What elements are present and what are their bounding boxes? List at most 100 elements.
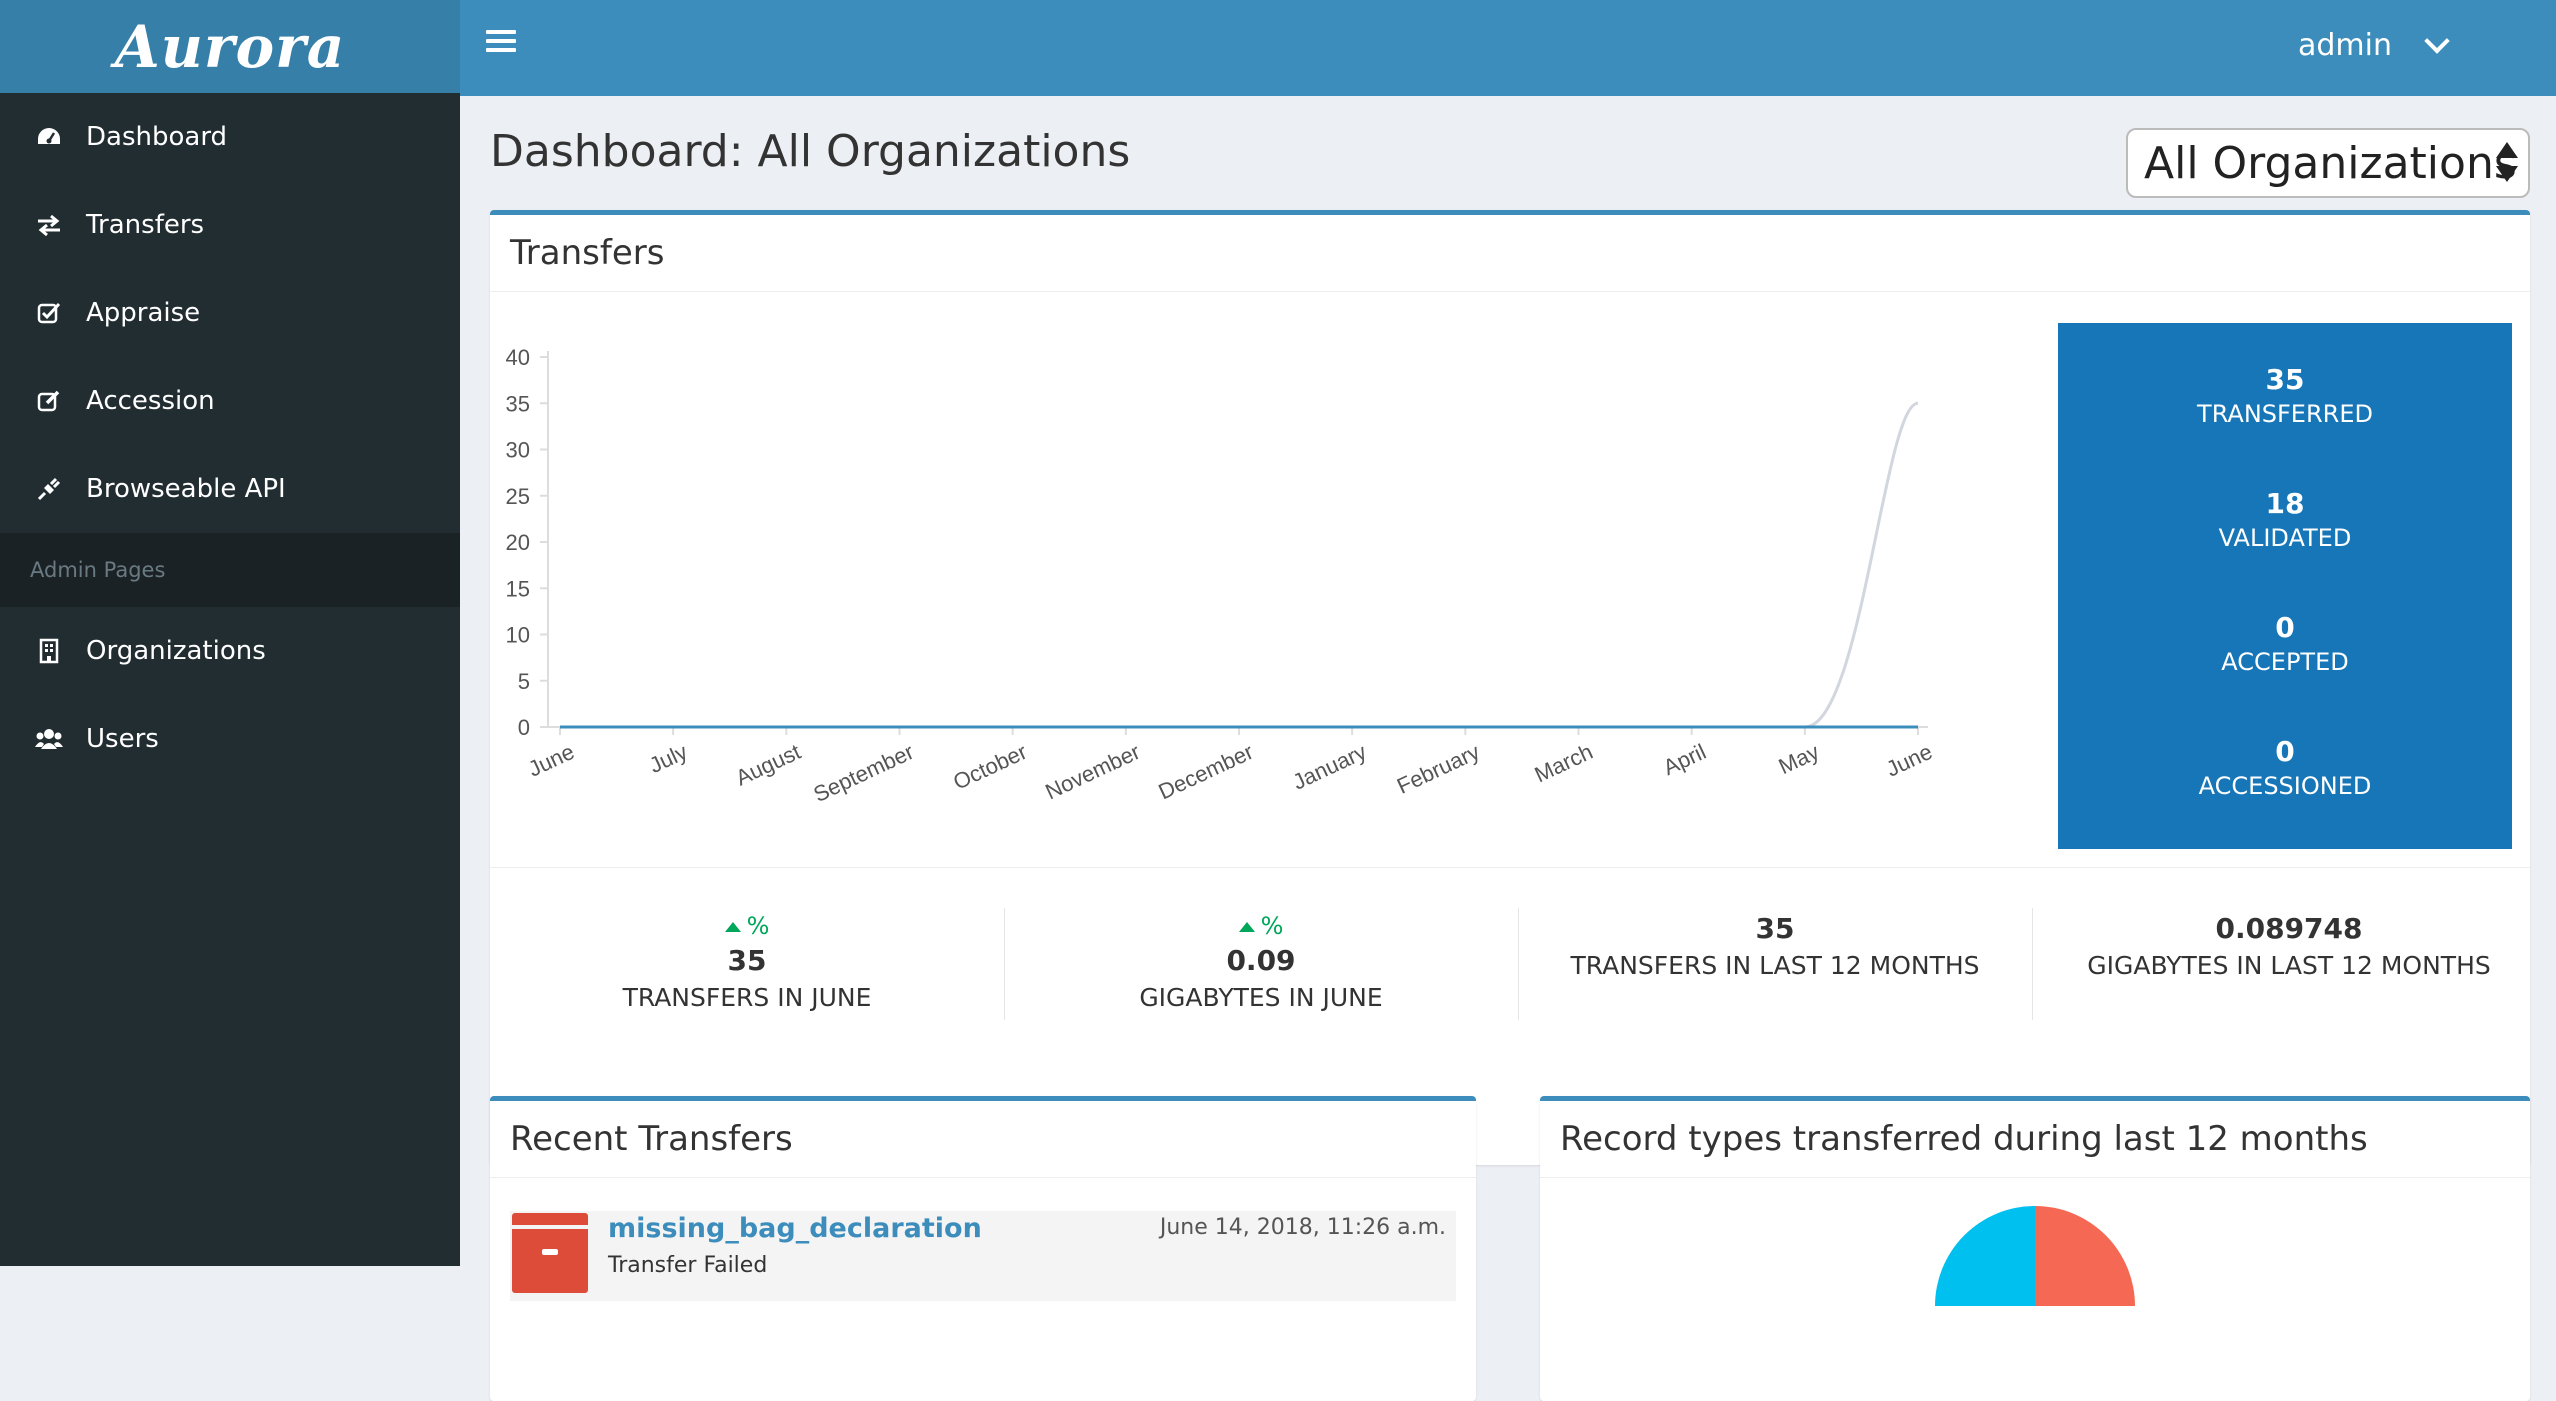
- summary-value: 0.089748: [2032, 912, 2546, 945]
- stat-value: 0: [2275, 735, 2294, 768]
- summary-value: 0.09: [1004, 944, 1518, 977]
- sidebar-item-browseable-api[interactable]: Browseable API: [0, 445, 460, 533]
- sidebar-item-accession[interactable]: Accession: [0, 357, 460, 445]
- edit-icon: [34, 386, 64, 416]
- summary-value: 35: [1518, 912, 2032, 945]
- transfer-date: June 14, 2018, 11:26 a.m.: [1160, 1215, 1446, 1240]
- stat-value: 0: [2275, 611, 2294, 644]
- sidebar-item-organizations[interactable]: Organizations: [0, 607, 460, 695]
- stat-value: 18: [2266, 487, 2305, 520]
- x-tick-label: December: [1155, 739, 1258, 805]
- stat-validated: 18 VALIDATED: [2058, 457, 2512, 581]
- users-icon: [34, 724, 64, 754]
- x-tick-label: June: [524, 739, 578, 782]
- admin-pages-header: Admin Pages: [0, 533, 460, 607]
- x-tick-label: June: [1882, 739, 1936, 782]
- sidebar-item-appraise[interactable]: Appraise: [0, 269, 460, 357]
- x-tick-label: March: [1531, 739, 1597, 787]
- record-types-pie-chart: [1540, 1206, 2530, 1326]
- transfer-name-link[interactable]: missing_bag_declaration: [608, 1213, 982, 1244]
- y-tick-label: 30: [506, 438, 530, 463]
- sidebar-item-label: Organizations: [86, 636, 266, 666]
- x-tick-label: September: [810, 739, 918, 807]
- x-tick-label: October: [949, 739, 1030, 795]
- list-item[interactable]: missing_bag_declaration Transfer Failed …: [510, 1211, 1456, 1301]
- exchange-icon: [34, 210, 64, 240]
- pie-slice: [2035, 1206, 2135, 1306]
- user-name: admin: [2298, 28, 2392, 63]
- record-types-box: Record types transferred during last 12 …: [1540, 1096, 2530, 1401]
- stat-accessioned: 0 ACCESSIONED: [2058, 705, 2512, 829]
- dashboard-icon: [34, 122, 64, 152]
- summary-gigabytes-month: % 0.09 GIGABYTES IN JUNE: [1004, 868, 1518, 1048]
- x-tick-label: January: [1289, 739, 1371, 795]
- recent-transfers-title: Recent Transfers: [490, 1101, 1476, 1178]
- organization-select[interactable]: All Organizations: [2126, 128, 2530, 198]
- x-tick-label: April: [1659, 739, 1709, 780]
- summary-label: TRANSFERS IN LAST 12 MONTHS: [1518, 951, 2032, 980]
- sidebar-item-label: Dashboard: [86, 122, 227, 152]
- y-tick-label: 35: [506, 391, 530, 416]
- building-icon: [34, 636, 64, 666]
- stat-transferred: 35 TRANSFERRED: [2058, 333, 2512, 457]
- summary-label: GIGABYTES IN JUNE: [1004, 983, 1518, 1012]
- sidebar-item-label: Browseable API: [86, 474, 286, 504]
- stat-accepted: 0 ACCEPTED: [2058, 581, 2512, 705]
- transfers-box: Transfers 0 5 10 15 20 25 30 35 40 June July August…: [490, 210, 2530, 1165]
- recent-transfers-box: Recent Transfers missing_bag_declaration…: [490, 1096, 1476, 1401]
- main-content: Dashboard: All Organizations All Organiz…: [460, 96, 2556, 1266]
- record-types-title: Record types transferred during last 12 …: [1540, 1101, 2530, 1178]
- user-menu[interactable]: admin: [2298, 28, 2446, 63]
- caret-up-icon: [1239, 922, 1255, 932]
- summary-label: GIGABYTES IN LAST 12 MONTHS: [2032, 951, 2546, 980]
- select-arrows-icon: [2496, 142, 2518, 186]
- stat-value: 35: [2266, 363, 2305, 396]
- y-tick-label: 5: [518, 669, 530, 694]
- x-tick-label: May: [1775, 739, 1823, 779]
- y-tick-label: 15: [506, 576, 530, 601]
- check-square-icon: [34, 298, 64, 328]
- transfers-line-chart: 0 5 10 15 20 25 30 35 40 June July AugustSeptember O…: [500, 335, 2030, 835]
- sidebar: Dashboard Transfers Appraise Accession B…: [0, 93, 460, 1266]
- summary-label: TRANSFERS IN JUNE: [490, 983, 1004, 1012]
- y-tick-label: 40: [506, 345, 530, 370]
- organization-select-value: All Organizations: [2144, 138, 2517, 189]
- x-tick-label: February: [1393, 739, 1483, 799]
- sidebar-toggle-icon[interactable]: [486, 30, 516, 56]
- archive-icon: [512, 1213, 588, 1293]
- x-tick-label: July: [645, 739, 691, 778]
- app-logo[interactable]: Aurora: [115, 13, 346, 81]
- y-tick-label: 20: [506, 530, 530, 555]
- summary-value: 35: [490, 944, 1004, 977]
- plug-icon: [34, 474, 64, 504]
- caret-up-icon: [725, 922, 741, 932]
- sidebar-item-label: Users: [86, 724, 159, 754]
- sidebar-item-label: Accession: [86, 386, 215, 416]
- sidebar-item-transfers[interactable]: Transfers: [0, 181, 460, 269]
- y-tick-label: 10: [506, 623, 530, 648]
- summary-transfers-year: 35 TRANSFERS IN LAST 12 MONTHS: [1518, 868, 2032, 1048]
- top-navbar: admin: [460, 0, 2556, 96]
- sidebar-item-users[interactable]: Users: [0, 695, 460, 783]
- transfers-box-title: Transfers: [490, 215, 2530, 292]
- sidebar-item-label: Appraise: [86, 298, 200, 328]
- change-indicator: %: [1004, 912, 1518, 940]
- y-tick-label: 0: [518, 715, 530, 740]
- summary-transfers-month: % 35 TRANSFERS IN JUNE: [490, 868, 1004, 1048]
- logo-bar[interactable]: Aurora: [0, 0, 460, 93]
- x-tick-label: August: [732, 739, 805, 791]
- stat-label: TRANSFERRED: [2197, 400, 2373, 428]
- series-line: [560, 403, 1918, 727]
- page-title: Dashboard: All Organizations: [490, 126, 1130, 177]
- stat-label: ACCEPTED: [2221, 648, 2348, 676]
- x-tick-label: November: [1041, 739, 1144, 805]
- summary-row: % 35 TRANSFERS IN JUNE % 0.09 GIGABYTES …: [490, 867, 2530, 1048]
- sidebar-item-dashboard[interactable]: Dashboard: [0, 93, 460, 181]
- stat-label: VALIDATED: [2219, 524, 2352, 552]
- pie-slice: [1935, 1206, 2035, 1306]
- summary-gigabytes-year: 0.089748 GIGABYTES IN LAST 12 MONTHS: [2032, 868, 2546, 1048]
- change-indicator: %: [490, 912, 1004, 940]
- sidebar-item-label: Transfers: [86, 210, 204, 240]
- stat-label: ACCESSIONED: [2199, 772, 2372, 800]
- y-tick-label: 25: [506, 484, 530, 509]
